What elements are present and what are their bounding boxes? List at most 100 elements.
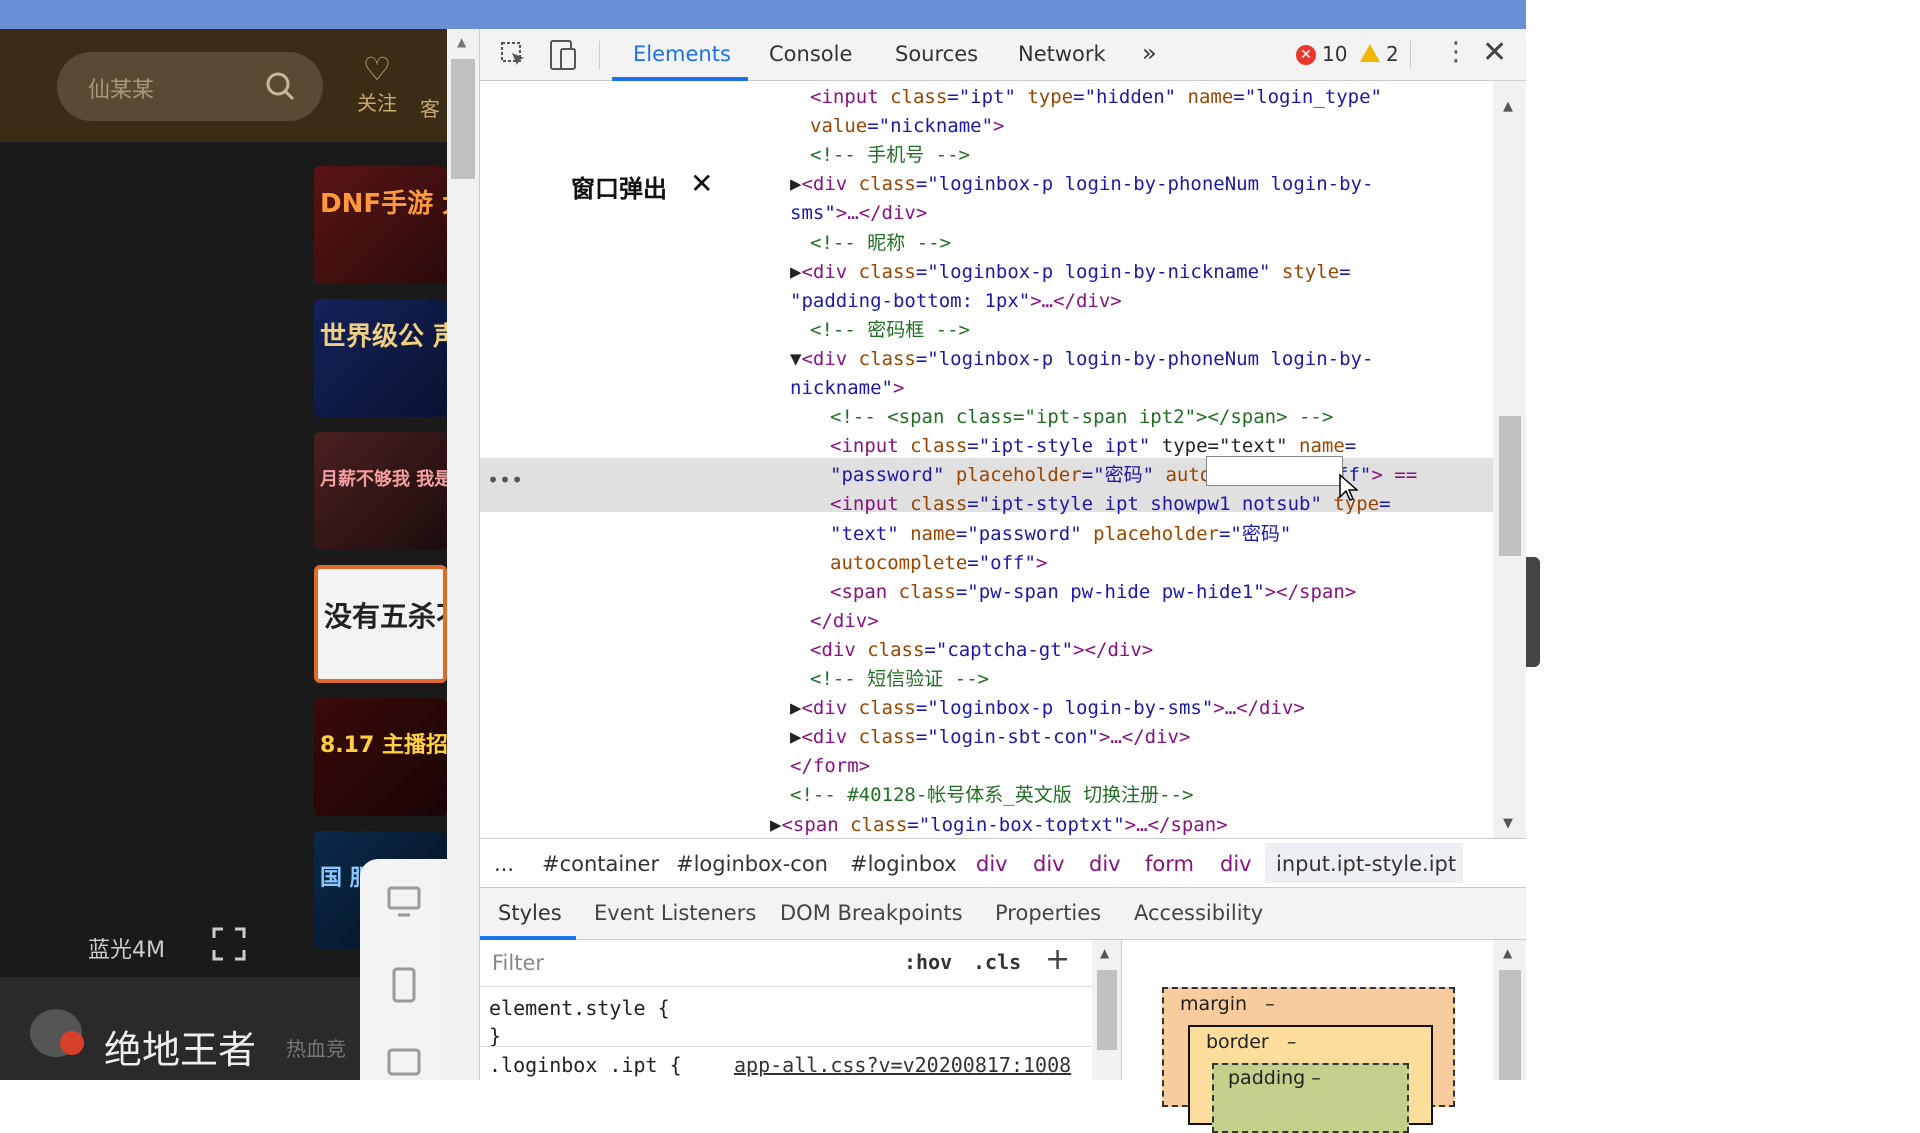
scroll-up-icon[interactable]: ▲ xyxy=(1503,946,1512,960)
tab-network[interactable]: Network xyxy=(1018,42,1106,66)
dom-code-line[interactable]: <div class="captcha-gt"></div> xyxy=(810,637,1153,663)
elements-scrollbar[interactable]: ▲ ▼ xyxy=(1493,81,1527,838)
dom-code-line[interactable]: <!-- <span class="ipt-span ipt2"></span>… xyxy=(830,404,1333,430)
styles-scrollbar[interactable]: ▲ xyxy=(1092,940,1122,1080)
code-token: ="nickname" xyxy=(867,115,994,138)
code-token: <!-- 密码框 --> xyxy=(810,318,970,341)
tab-dom-breakpoints[interactable]: DOM Breakpoints xyxy=(780,901,963,925)
dom-code-line[interactable]: nickname"> xyxy=(790,375,904,401)
styles-scrollbar-thumb[interactable] xyxy=(1097,970,1117,1050)
error-count[interactable]: ✕ 10 xyxy=(1296,42,1347,66)
dom-code-line[interactable]: <!-- #40128-帐号体系_英文版 切换注册--> xyxy=(790,782,1193,808)
close-devtools-icon[interactable]: ✕ xyxy=(1482,35,1507,70)
dom-code-line[interactable]: </form> xyxy=(790,753,870,779)
dom-code-line[interactable]: ▶<span class="login-box-toptxt">…</span> xyxy=(770,812,1228,838)
side-toolbar xyxy=(360,859,447,1080)
page-scrollbar-thumb[interactable] xyxy=(451,59,475,179)
dom-code-line[interactable]: <span class="pw-span pw-hide pw-hide1"><… xyxy=(830,579,1356,605)
dom-code-line[interactable]: <!-- 手机号 --> xyxy=(810,142,970,168)
dom-code-line[interactable]: <!-- 短信验证 --> xyxy=(810,666,989,692)
dom-code-line[interactable]: autocomplete="off"> xyxy=(830,550,1047,576)
node-actions-button[interactable]: ••• xyxy=(487,468,523,492)
new-style-rule-button[interactable]: + xyxy=(1045,942,1070,977)
folder-icon[interactable] xyxy=(386,1042,422,1078)
tab-console[interactable]: Console xyxy=(769,42,852,66)
dom-code-line[interactable]: "text" name="password" placeholder="密码" xyxy=(830,521,1291,547)
search-box[interactable]: 仙某某 xyxy=(57,52,323,121)
stylesheet-link[interactable]: app-all.css?v=v20200817:1008 xyxy=(734,1053,1071,1077)
search-icon[interactable] xyxy=(265,71,295,101)
device-toolbar-icon[interactable] xyxy=(549,39,577,71)
phone-icon[interactable] xyxy=(390,967,418,1003)
follow-button[interactable]: ♡ 关注 xyxy=(352,51,402,116)
thumbnail-item[interactable]: 8.17 主播招募 xyxy=(314,698,447,816)
tab-styles[interactable]: Styles xyxy=(498,901,562,925)
thumbnail-item[interactable]: 月薪不够我 我是秃头少 xyxy=(314,432,447,550)
dom-code-line[interactable]: </div> xyxy=(810,608,879,634)
thumbnail-item-active[interactable]: 没有五杀不 xyxy=(314,565,447,683)
code-token: ="loginbox-p login-by-nickname" xyxy=(915,260,1282,283)
tab-sources[interactable]: Sources xyxy=(895,42,978,66)
warning-icon xyxy=(1360,44,1380,62)
dom-code-line[interactable]: <input class="ipt-style ipt showpw1 nots… xyxy=(830,491,1391,517)
more-tabs-button[interactable]: » xyxy=(1142,39,1157,67)
warning-count[interactable]: 2 xyxy=(1360,42,1399,66)
dom-code-line[interactable]: value="nickname"> xyxy=(810,113,1005,139)
scroll-up-icon[interactable]: ▲ xyxy=(457,35,466,49)
breadcrumb-item[interactable]: div xyxy=(1089,852,1121,876)
player-controls: 蓝光4M xyxy=(0,909,280,977)
breadcrumb-item[interactable]: div xyxy=(976,852,1008,876)
thumbnail-item[interactable]: 世界级公 声优守 xyxy=(314,299,447,417)
scroll-up-icon[interactable]: ▲ xyxy=(1100,946,1109,960)
breadcrumb-more[interactable]: ... xyxy=(494,852,514,876)
fullscreen-icon[interactable] xyxy=(212,927,246,961)
page-scrollbar[interactable]: ▲ xyxy=(447,29,479,1080)
box-model-padding[interactable]: padding – xyxy=(1212,1063,1409,1133)
box-model-scrollbar[interactable]: ▲ xyxy=(1493,940,1527,1080)
breadcrumb-item[interactable]: div xyxy=(1220,852,1252,876)
dom-code-line[interactable]: <!-- 密码框 --> xyxy=(810,317,970,343)
breadcrumb-item[interactable]: #loginbox-con xyxy=(676,852,828,876)
thumbnail-item[interactable]: DNF手游 大神玩家 xyxy=(314,166,447,284)
style-rule-selector[interactable]: .loginbox .ipt { xyxy=(489,1053,682,1077)
side-scroll-handle[interactable] xyxy=(1526,557,1540,667)
inspect-element-icon[interactable] xyxy=(500,41,528,69)
dom-code-line[interactable]: "padding-bottom: 1px">…</div> xyxy=(790,288,1122,314)
dom-code-line[interactable]: ▶<div class="loginbox-p login-by-nicknam… xyxy=(790,259,1351,285)
quality-button[interactable]: 蓝光4M xyxy=(88,932,165,964)
breadcrumb-item-active[interactable]: input.ipt-style.ipt xyxy=(1276,852,1456,876)
style-rule-selector[interactable]: element.style { xyxy=(489,996,670,1020)
code-token: <div xyxy=(801,173,859,196)
customer-service-label[interactable]: 客 xyxy=(420,93,440,122)
dom-code-line[interactable]: sms">…</div> xyxy=(790,200,927,226)
dom-code-line[interactable]: ▶<div class="login-sbt-con">…</div> xyxy=(790,724,1190,750)
box-model-border[interactable]: border – padding – xyxy=(1188,1025,1433,1133)
breadcrumb-item[interactable]: #loginbox xyxy=(850,852,957,876)
close-icon[interactable]: ✕ xyxy=(690,167,713,200)
tab-accessibility[interactable]: Accessibility xyxy=(1134,901,1263,925)
monitor-icon[interactable] xyxy=(386,884,422,920)
hov-toggle[interactable]: :hov xyxy=(904,950,952,974)
elements-scrollbar-thumb[interactable] xyxy=(1499,416,1521,556)
dom-code-line[interactable]: ▼<div class="loginbox-p login-by-phoneNu… xyxy=(790,346,1373,372)
tab-elements[interactable]: Elements xyxy=(633,42,731,66)
expand-triangle-icon: ▼ xyxy=(790,347,802,370)
breadcrumb-item[interactable]: div xyxy=(1033,852,1065,876)
dom-code-line[interactable]: <!-- 昵称 --> xyxy=(810,230,951,256)
attribute-edit-box[interactable] xyxy=(1206,456,1343,486)
breadcrumb-item[interactable]: #container xyxy=(542,852,659,876)
dom-code-line[interactable]: <input class="ipt" type="hidden" name="l… xyxy=(810,84,1382,110)
dom-code-line[interactable]: ▶<div class="loginbox-p login-by-phoneNu… xyxy=(790,171,1373,197)
scroll-down-icon[interactable]: ▼ xyxy=(1503,816,1513,831)
box-model-scrollbar-thumb[interactable] xyxy=(1499,970,1521,1080)
error-count-value: 10 xyxy=(1322,42,1348,66)
tab-properties[interactable]: Properties xyxy=(995,901,1101,925)
cls-toggle[interactable]: .cls xyxy=(973,950,1021,974)
dom-code-line[interactable]: ▶<div class="loginbox-p login-by-sms">…<… xyxy=(790,695,1305,721)
box-model-margin[interactable]: margin – border – padding – xyxy=(1162,987,1455,1133)
styles-filter-input[interactable]: Filter xyxy=(480,940,885,986)
scroll-up-icon[interactable]: ▲ xyxy=(1503,99,1513,114)
breadcrumb-item[interactable]: form xyxy=(1145,852,1194,876)
tab-event-listeners[interactable]: Event Listeners xyxy=(594,901,756,925)
kebab-menu-icon[interactable]: ⋮ xyxy=(1443,37,1469,67)
